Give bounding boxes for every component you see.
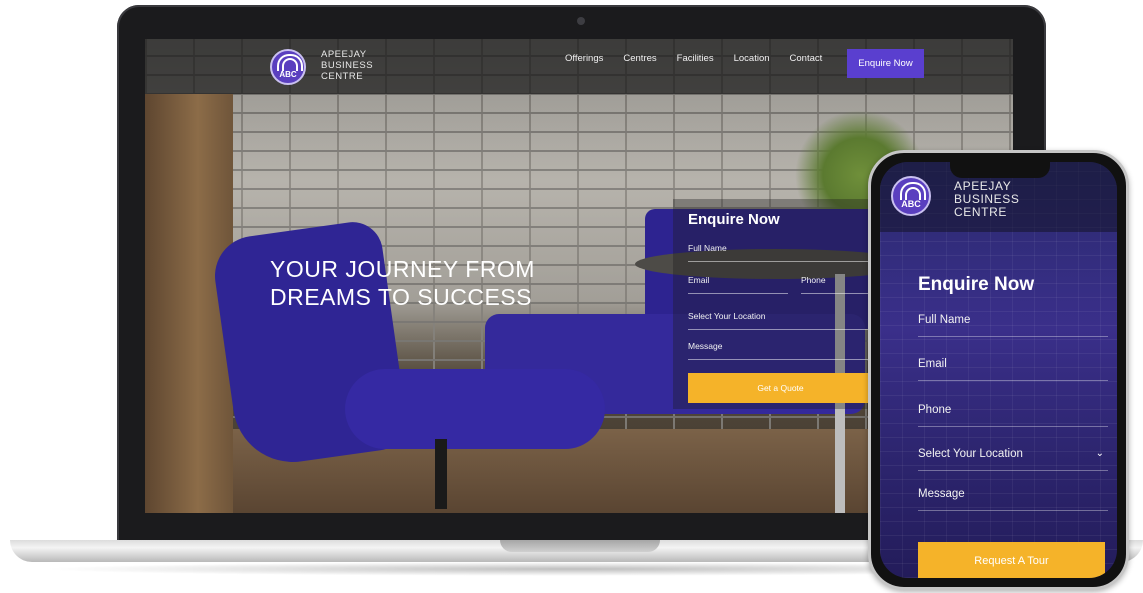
nav-facilities[interactable]: Facilities <box>677 53 714 64</box>
site-header: ABC APEEJAY BUSINESS CENTRE Offerings Ce… <box>145 39 1013 94</box>
logo-line-3-mobile: CENTRE <box>954 205 1007 219</box>
hero-line-2: DREAMS TO SUCCESS <box>270 284 532 310</box>
logo-text[interactable]: APEEJAY BUSINESS CENTRE <box>321 49 373 82</box>
mobile-location-select[interactable]: Select Your Location ⌄ <box>918 448 1108 471</box>
get-quote-button[interactable]: Get a Quote <box>688 373 873 403</box>
nav-centres[interactable]: Centres <box>623 53 656 64</box>
mobile-full-name-field[interactable]: Full Name <box>918 314 1108 337</box>
nav-location[interactable]: Location <box>734 53 770 64</box>
nav-contact[interactable]: Contact <box>790 53 823 64</box>
laptop-notch <box>500 540 660 552</box>
abc-logo-icon[interactable]: ABC <box>270 49 306 85</box>
message-field[interactable]: Message <box>688 341 873 360</box>
phone-frame: ABC APEEJAY BUSINESS CENTRE Enquire Now … <box>868 150 1129 590</box>
logo-line-2: BUSINESS <box>321 60 374 71</box>
mobile-screen: ABC APEEJAY BUSINESS CENTRE Enquire Now … <box>880 162 1117 578</box>
abc-logo-icon-mobile[interactable]: ABC <box>891 176 931 216</box>
chair-seat <box>345 369 605 449</box>
mobile-message-field[interactable]: Message <box>918 488 1108 511</box>
nav-offerings[interactable]: Offerings <box>565 53 603 64</box>
camera-icon <box>577 17 585 25</box>
logo-line-3: CENTRE <box>321 71 364 82</box>
mobile-email-field[interactable]: Email <box>918 358 1108 381</box>
main-nav: Offerings Centres Facilities Location Co… <box>565 53 842 64</box>
request-tour-button[interactable]: Request A Tour <box>918 542 1105 578</box>
enquire-now-button[interactable]: Enquire Now <box>847 49 924 78</box>
logo-line-1: APEEJAY <box>321 49 367 60</box>
chevron-down-icon: ⌄ <box>1095 448 1104 459</box>
mobile-form-title: Enquire Now <box>918 274 1035 295</box>
hero-title: YOUR JOURNEY FROM DREAMS TO SUCCESS <box>270 255 630 311</box>
chair-stem <box>435 439 447 509</box>
form-title: Enquire Now <box>688 211 780 228</box>
logo-text-mobile[interactable]: APEEJAY BUSINESS CENTRE <box>954 180 1020 219</box>
phone-field[interactable]: Phone <box>801 275 873 294</box>
location-select[interactable]: Select Your Location <box>688 311 873 330</box>
phone-notch <box>950 162 1050 178</box>
email-field[interactable]: Email <box>688 275 788 294</box>
enquiry-form: Enquire Now Full Name Email Phone Select… <box>673 199 873 409</box>
hero-line-1: YOUR JOURNEY FROM <box>270 256 535 282</box>
full-name-field[interactable]: Full Name <box>688 243 873 262</box>
mobile-phone-field[interactable]: Phone <box>918 404 1108 427</box>
logo-abbr-mobile: ABC <box>901 199 921 209</box>
logo-abbr: ABC <box>279 70 297 79</box>
mobile-location-label: Select Your Location <box>918 448 1023 460</box>
